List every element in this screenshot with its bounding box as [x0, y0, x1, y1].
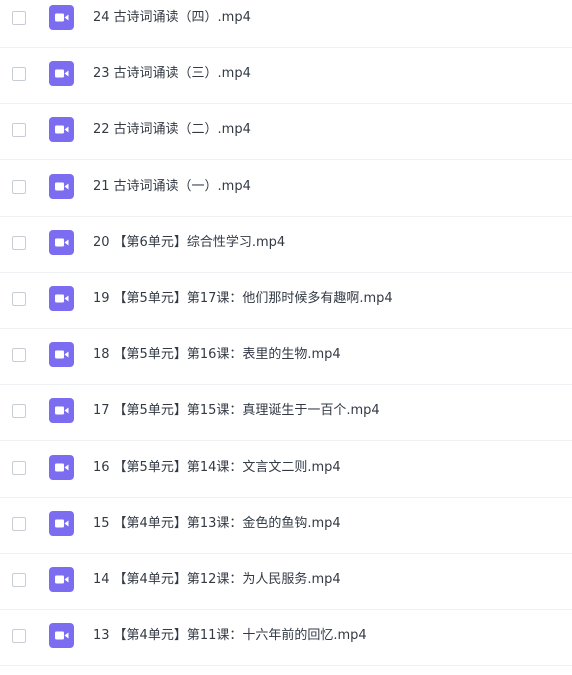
file-number: 14 [93, 572, 110, 587]
file-name[interactable]: 20 【第6单元】综合性学习.mp4 [93, 226, 285, 260]
file-row[interactable]: 19 【第5单元】第17课：他们那时候多有趣啊.mp4 [0, 273, 572, 329]
file-row[interactable]: 13 【第4单元】第11课：十六年前的回忆.mp4 [0, 610, 572, 667]
file-name[interactable]: 15 【第4单元】第13课：金色的鱼钩.mp4 [93, 507, 341, 541]
video-file-icon [49, 117, 74, 143]
file-row[interactable]: 23 古诗词诵读（三）.mp4 [0, 48, 572, 105]
file-number: 23 [93, 66, 110, 82]
file-title: 古诗词诵读（三）.mp4 [113, 66, 251, 82]
row-checkbox[interactable] [12, 404, 26, 419]
file-title: 古诗词诵读（二）.mp4 [113, 122, 251, 138]
file-name[interactable]: 14 【第4单元】第12课：为人民服务.mp4 [93, 563, 341, 597]
file-name[interactable]: 21 古诗词诵读（一）.mp4 [93, 170, 251, 204]
file-title: 【第4单元】第12课：为人民服务.mp4 [113, 572, 341, 587]
file-title: 【第6单元】综合性学习.mp4 [113, 234, 286, 250]
row-checkbox[interactable] [12, 11, 26, 25]
video-file-icon [49, 229, 74, 255]
file-row[interactable]: 22 古诗词诵读（二）.mp4 [0, 104, 572, 161]
file-name[interactable]: 18 【第5单元】第16课：表里的生物.mp4 [93, 338, 341, 372]
file-name[interactable]: 16 【第5单元】第14课：文言文二则.mp4 [93, 451, 341, 485]
video-file-icon [49, 510, 74, 536]
file-title: 古诗词诵读（四）.mp4 [113, 10, 251, 25]
file-title: 【第4单元】第13课：金色的鱼钩.mp4 [113, 515, 341, 531]
video-file-icon [49, 5, 74, 30]
row-checkbox[interactable] [12, 460, 26, 475]
file-title: 古诗词诵读（一）.mp4 [113, 178, 251, 194]
video-file-icon [49, 342, 74, 368]
row-checkbox[interactable] [12, 123, 26, 138]
file-row[interactable]: 16 【第5单元】第14课：文言文二则.mp4 [0, 442, 572, 498]
file-name[interactable]: 23 古诗词诵读（三）.mp4 [93, 57, 251, 91]
file-number: 16 [93, 459, 110, 475]
file-number: 20 [93, 234, 110, 250]
video-file-icon [49, 398, 74, 424]
file-title: 【第5单元】第14课：文言文二则.mp4 [113, 459, 341, 475]
file-name[interactable]: 22 古诗词诵读（二）.mp4 [93, 113, 251, 147]
row-checkbox[interactable] [12, 67, 26, 82]
file-row[interactable]: 20 【第6单元】综合性学习.mp4 [0, 217, 572, 273]
row-checkbox[interactable] [12, 573, 26, 587]
video-file-icon [49, 61, 74, 87]
file-title: 【第5单元】第16课：表里的生物.mp4 [113, 347, 341, 363]
file-row[interactable]: 24 古诗词诵读（四）.mp4 [0, 0, 572, 48]
row-checkbox[interactable] [12, 629, 26, 644]
file-list: 24 古诗词诵读（四）.mp4 23 古诗词诵读（三）.mp4 22 古诗词诵读（二）.m… [0, 0, 572, 675]
file-name[interactable]: 13 【第4单元】第11课：十六年前的回忆.mp4 [93, 619, 367, 653]
file-number: 24 [93, 10, 110, 25]
file-row[interactable]: 14 【第4单元】第12课：为人民服务.mp4 [0, 554, 572, 610]
file-title: 【第5单元】第17课：他们那时候多有趣啊.mp4 [113, 291, 393, 306]
video-file-icon [49, 173, 74, 199]
video-file-icon [49, 567, 74, 592]
file-row[interactable]: 17 【第5单元】第15课：真理诞生于一百个.mp4 [0, 385, 572, 442]
file-title: 【第5单元】第15课：真理诞生于一百个.mp4 [113, 403, 380, 419]
file-number: 17 [93, 403, 110, 419]
file-row[interactable]: 18 【第5单元】第16课：表里的生物.mp4 [0, 329, 572, 386]
file-number: 19 [93, 291, 110, 306]
row-checkbox[interactable] [12, 516, 26, 531]
file-name[interactable]: 19 【第5单元】第17课：他们那时候多有趣啊.mp4 [93, 282, 393, 316]
file-number: 21 [93, 178, 110, 194]
file-row[interactable]: 15 【第4单元】第13课：金色的鱼钩.mp4 [0, 498, 572, 554]
row-checkbox[interactable] [12, 235, 26, 250]
row-checkbox[interactable] [12, 179, 26, 194]
video-file-icon [49, 623, 74, 649]
file-row[interactable]: 21 古诗词诵读（一）.mp4 [0, 161, 572, 217]
file-name[interactable]: 24 古诗词诵读（四）.mp4 [93, 1, 251, 35]
file-number: 22 [93, 122, 110, 138]
file-number: 15 [93, 515, 110, 531]
row-checkbox[interactable] [12, 348, 26, 363]
video-file-icon [49, 454, 74, 480]
video-file-icon [49, 286, 74, 311]
file-number: 13 [93, 628, 110, 644]
row-checkbox[interactable] [12, 292, 26, 306]
file-name[interactable]: 17 【第5单元】第15课：真理诞生于一百个.mp4 [93, 394, 380, 428]
file-number: 18 [93, 347, 110, 363]
file-title: 【第4单元】第11课：十六年前的回忆.mp4 [113, 628, 367, 644]
